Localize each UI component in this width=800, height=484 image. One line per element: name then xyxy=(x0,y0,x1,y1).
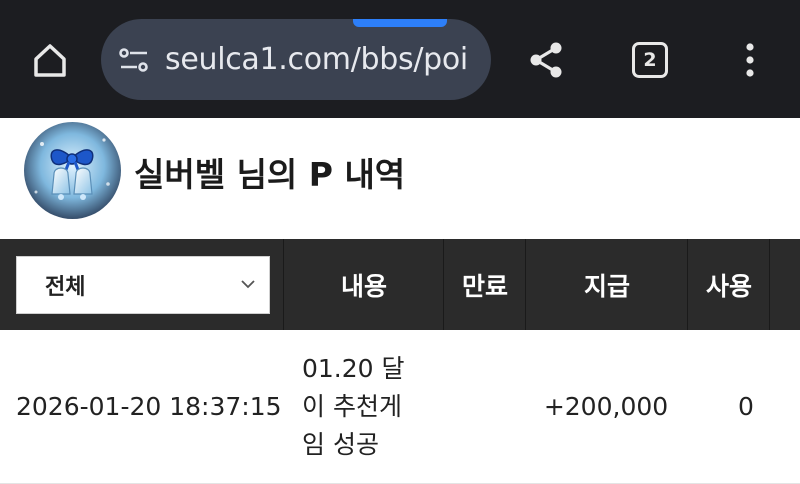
tab-count: 2 xyxy=(632,42,668,78)
home-icon xyxy=(34,44,66,77)
cell-use: 0 xyxy=(738,392,754,421)
cell-content-line: 임 성공 xyxy=(302,430,379,459)
filter-selected-value: 전체 xyxy=(45,275,86,300)
page-load-progress xyxy=(353,19,447,27)
cell-content: 01.20 달 이 추천게 임 성공 xyxy=(302,350,432,464)
tab-switcher-button[interactable]: 2 xyxy=(622,32,678,88)
page-title: 실버벨 님의 P 내역 xyxy=(134,155,406,194)
profile-header: 실버벨 님의 P 내역 xyxy=(0,118,800,239)
column-header-content: 내용 xyxy=(283,239,444,330)
url-text: seulca1.com/bbs/poi xyxy=(165,42,468,77)
filter-select[interactable]: 전체 xyxy=(16,256,270,314)
cell-content-line: 01.20 달 xyxy=(302,354,405,383)
home-button[interactable] xyxy=(22,32,78,88)
address-bar[interactable]: seulca1.com/bbs/poi xyxy=(101,19,491,100)
column-header-expire: 만료 xyxy=(443,239,526,330)
column-header-overflow xyxy=(769,239,800,330)
share-button[interactable] xyxy=(518,32,574,88)
cell-content-line: 이 추천게 xyxy=(302,392,402,421)
cell-grant: +200,000 xyxy=(543,392,669,421)
tune-icon xyxy=(119,47,148,72)
avatar xyxy=(24,122,121,219)
christmas-bells-icon xyxy=(24,122,121,219)
cell-date: 2026-01-20 18:37:15 xyxy=(16,392,282,421)
browser-toolbar: seulca1.com/bbs/poi 2 xyxy=(0,0,800,118)
table-row: 2026-01-20 18:37:15 01.20 달 이 추천게 임 성공 +… xyxy=(0,330,800,484)
share-icon xyxy=(530,42,562,78)
site-settings-button[interactable] xyxy=(117,43,151,77)
column-header-grant: 지급 xyxy=(525,239,688,330)
column-header-use: 사용 xyxy=(687,239,770,330)
chevron-down-icon xyxy=(241,280,255,289)
table-header: 전체 내용 만료 지급 사용 xyxy=(0,239,800,330)
more-vert-icon xyxy=(746,43,754,77)
menu-button[interactable] xyxy=(722,32,778,88)
